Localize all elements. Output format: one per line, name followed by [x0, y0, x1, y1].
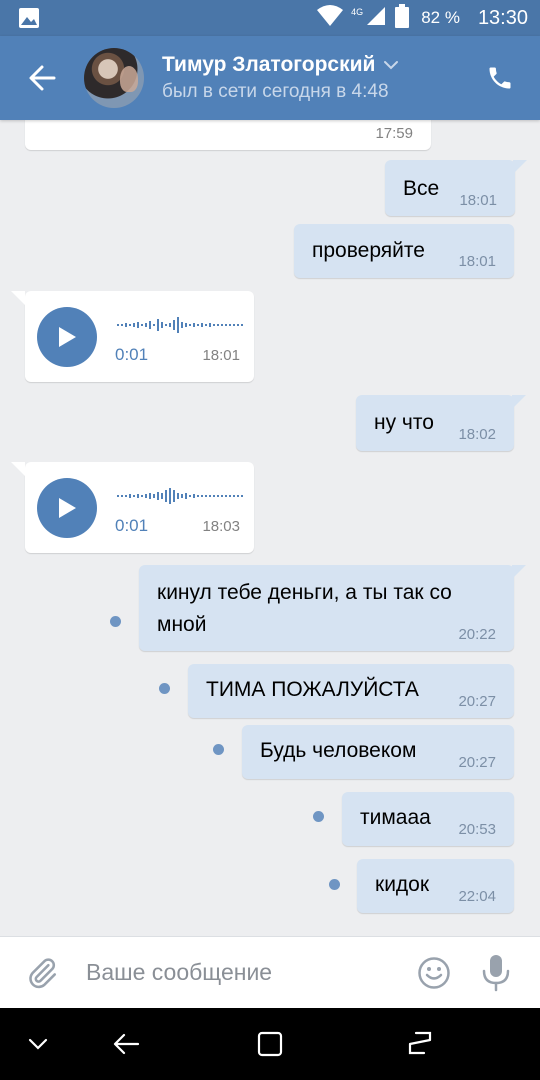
message-time: 20:27: [458, 693, 496, 710]
bubble-tail: [512, 395, 526, 409]
message-time: 22:04: [458, 888, 496, 905]
message-time: 20:53: [458, 821, 496, 838]
message-bubble-outgoing[interactable]: тимааа 20:53: [342, 792, 514, 846]
play-icon: [59, 327, 76, 347]
message-text: Все: [403, 177, 440, 200]
message-text: кидок: [375, 873, 430, 896]
waveform[interactable]: [117, 484, 243, 508]
message-time: 20:27: [458, 754, 496, 771]
contact-last-seen: был в сети сегодня в 4:48: [162, 81, 389, 102]
message-text: ну что: [374, 411, 434, 434]
back-icon: [113, 1033, 140, 1055]
call-button[interactable]: [460, 36, 540, 120]
play-button[interactable]: [37, 478, 97, 538]
message-text: проверяйте: [312, 239, 425, 262]
voice-duration: 0:01: [115, 345, 149, 364]
message-list[interactable]: 17:59 Все 18:01 проверяйте 18:01 0:01 18…: [0, 120, 540, 936]
message-time: 18:01: [202, 347, 240, 364]
message-time: 18:02: [458, 426, 496, 443]
waveform[interactable]: [117, 313, 243, 337]
nav-back-button[interactable]: [108, 1026, 144, 1062]
microphone-button[interactable]: [460, 937, 532, 1009]
voice-message-bubble[interactable]: 0:01 18:01: [11, 291, 254, 382]
nav-recents-button[interactable]: [402, 1026, 438, 1062]
message-bubble-incoming[interactable]: 17:59: [25, 120, 431, 150]
wifi-icon: [317, 4, 344, 32]
message-bubble-outgoing[interactable]: ну что 18:02: [356, 395, 526, 451]
message-text-line: мной: [157, 613, 207, 636]
bubble-tail: [11, 291, 25, 305]
message-time: 18:03: [202, 518, 240, 535]
message-text: тимааа: [360, 806, 431, 829]
unread-indicator: [329, 879, 340, 890]
contact-info[interactable]: Тимур Златогорский был в сети сегодня в …: [162, 53, 399, 103]
avatar[interactable]: [84, 48, 144, 108]
message-time: 18:01: [458, 253, 496, 270]
network-type: 4G: [351, 7, 364, 17]
chat-header: Тимур Златогорский был в сети сегодня в …: [0, 36, 540, 120]
voice-message-bubble[interactable]: 0:01 18:03: [11, 462, 254, 553]
signal-icon: [365, 5, 387, 32]
message-text-line: кинул тебе деньги, а ты так со: [157, 581, 452, 604]
emoji-icon: [418, 956, 450, 989]
nav-hide-button[interactable]: [20, 1026, 56, 1062]
bubble-tail: [512, 565, 526, 579]
message-bubble-outgoing[interactable]: кинул тебе деньги, а ты так со мной 20:2…: [139, 565, 526, 651]
microphone-icon: [482, 954, 510, 991]
back-arrow-icon: [29, 65, 56, 91]
message-composer: [0, 936, 540, 1008]
message-time: 17:59: [375, 125, 413, 142]
unread-indicator: [313, 811, 324, 822]
message-input[interactable]: [86, 952, 396, 993]
message-text: ТИМА ПОЖАЛУЙСТА: [206, 678, 419, 701]
bubble-tail: [11, 462, 25, 476]
contact-name-row[interactable]: Тимур Златогорский: [162, 53, 399, 77]
message-bubble-outgoing[interactable]: проверяйте 18:01: [294, 224, 514, 278]
home-square-icon: [257, 1031, 283, 1057]
battery-percentage: 82 %: [421, 8, 460, 27]
gallery-icon: [18, 7, 40, 29]
recents-icon: [408, 1031, 432, 1055]
message-bubble-outgoing[interactable]: ТИМА ПОЖАЛУЙСТА 20:27: [188, 664, 514, 718]
message-text: Будь человеком: [260, 739, 417, 762]
bubble-tail: [513, 160, 527, 174]
message-bubble-outgoing[interactable]: Все 18:01: [385, 160, 527, 216]
message-bubble-outgoing[interactable]: Будь человеком 20:27: [242, 725, 514, 779]
chevron-down-icon: [384, 61, 399, 70]
message-bubble-outgoing[interactable]: кидок 22:04: [357, 859, 514, 913]
paperclip-icon: [29, 957, 57, 988]
contact-name: Тимур Златогорский: [162, 53, 376, 76]
battery-icon: [395, 3, 410, 33]
voice-duration: 0:01: [115, 516, 149, 535]
phone-icon: [489, 67, 511, 89]
back-button[interactable]: [0, 36, 84, 120]
play-icon: [59, 498, 76, 518]
play-button[interactable]: [37, 307, 97, 367]
attach-button[interactable]: [0, 937, 84, 1009]
nav-home-button[interactable]: [252, 1026, 288, 1062]
status-bar: 4G 82 % 13:30: [0, 0, 540, 36]
message-time: 18:01: [459, 192, 497, 209]
message-time: 20:22: [458, 626, 496, 643]
unread-indicator: [110, 616, 121, 627]
system-nav-bar: [0, 1008, 540, 1080]
unread-indicator: [213, 744, 224, 755]
clock: 13:30: [477, 6, 528, 29]
unread-indicator: [159, 683, 170, 694]
chevron-down-icon: [28, 1038, 48, 1050]
emoji-button[interactable]: [408, 937, 460, 1009]
